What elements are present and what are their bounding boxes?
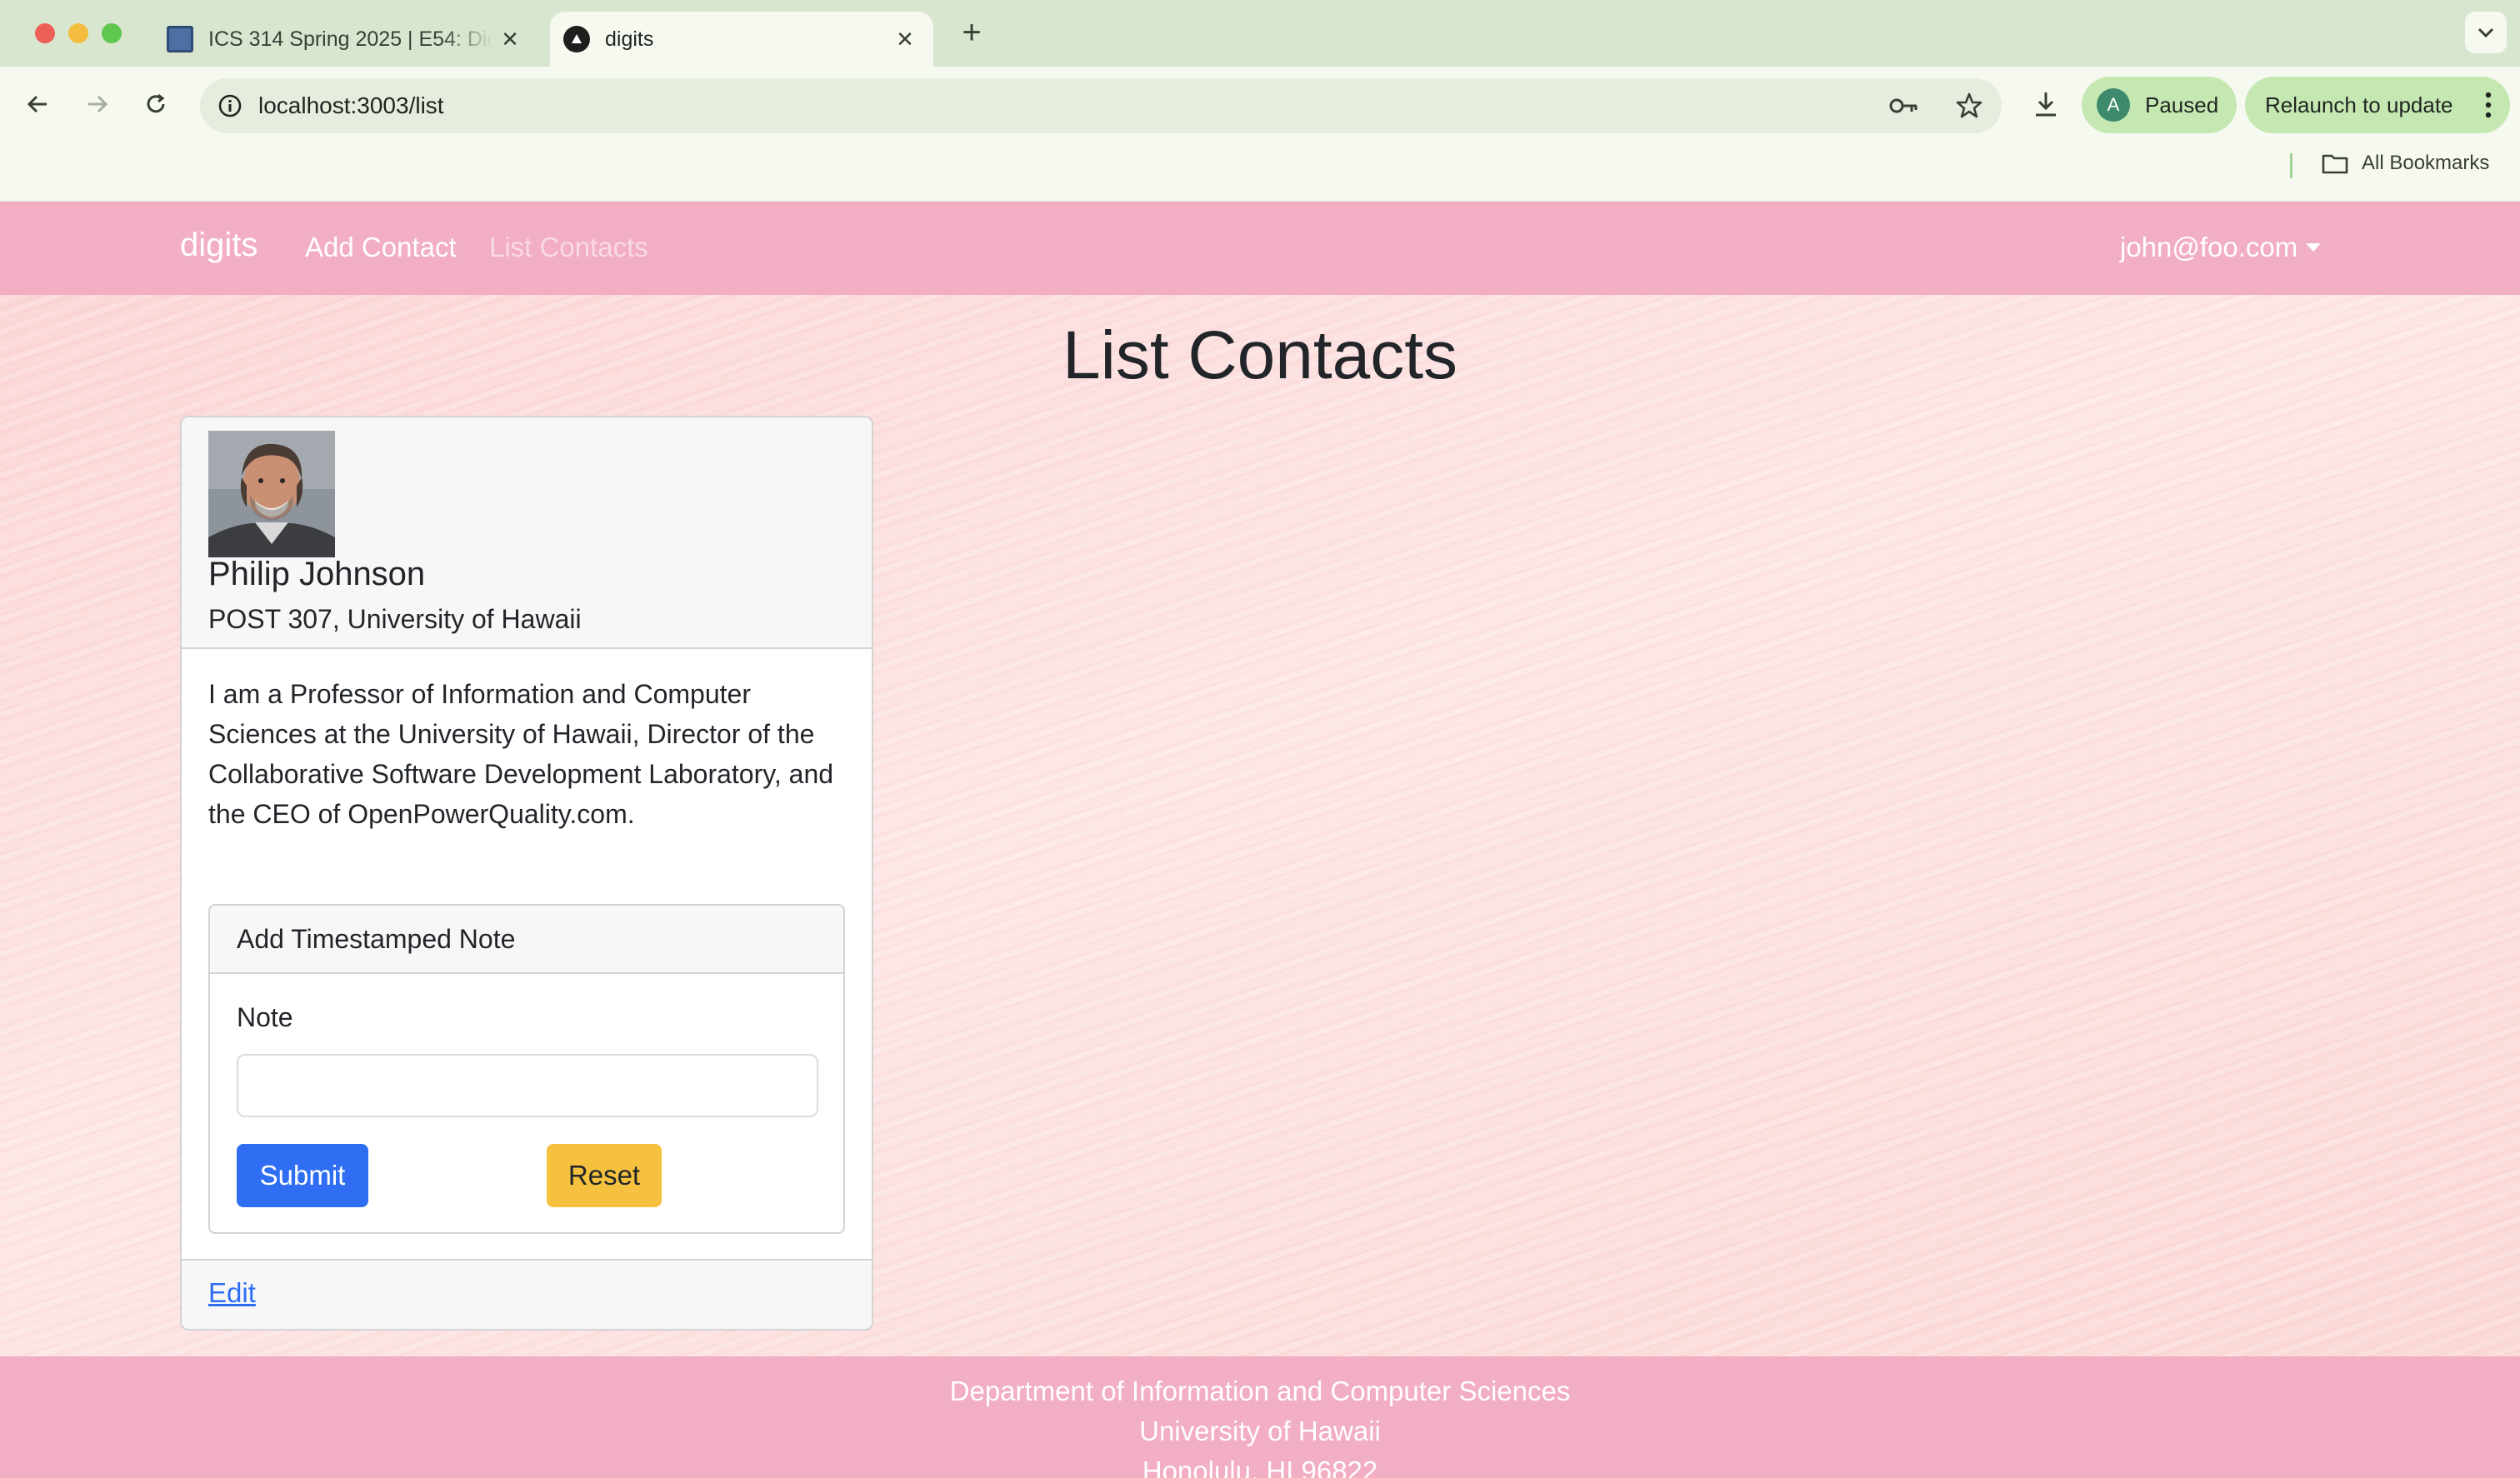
relaunch-button[interactable]: Relaunch to update <box>2245 77 2510 133</box>
forward-button[interactable] <box>78 85 117 123</box>
browser-tab-bar: ICS 314 Spring 2025 | E54: Digits ✕ digi… <box>0 0 2520 67</box>
contact-name: Philip Johnson <box>208 556 426 592</box>
window-minimize-button[interactable] <box>68 23 88 43</box>
back-button[interactable] <box>18 85 57 123</box>
contact-card: Philip Johnson POST 307, University of H… <box>180 416 873 1331</box>
contact-card-footer: Edit <box>182 1259 872 1329</box>
footer-line-university: University of Hawaii <box>1139 1416 1381 1446</box>
site-info-icon[interactable] <box>215 91 245 121</box>
url-text: localhost:3003/list <box>258 92 444 118</box>
user-email: john@foo.com <box>2120 232 2298 262</box>
app-navbar: digits Add Contact List Contacts john@fo… <box>0 202 2520 295</box>
tab-search-button[interactable] <box>2465 12 2507 53</box>
relaunch-label: Relaunch to update <box>2265 92 2453 117</box>
user-dropdown[interactable]: john@foo.com <box>2120 232 2322 263</box>
forward-arrow-icon <box>88 95 108 113</box>
browser-tab-digits[interactable]: digits ✕ <box>550 12 933 67</box>
browser-toolbar: localhost:3003/list A Paused Relaunch to… <box>0 67 2520 142</box>
browser-tab-course[interactable]: ICS 314 Spring 2025 | E54: Digits ✕ <box>155 12 538 67</box>
address-bar[interactable]: localhost:3003/list <box>200 78 2002 133</box>
reload-button[interactable] <box>137 85 175 123</box>
add-note-form: Add Timestamped Note Note Submit Reset <box>208 904 845 1234</box>
caret-down-icon <box>2306 243 2322 252</box>
password-key-icon[interactable] <box>1888 90 1920 122</box>
folder-icon <box>2322 154 2348 174</box>
contact-photo <box>208 431 335 557</box>
bookmark-star-icon[interactable] <box>1953 90 1985 122</box>
footer-line-city: Honolulu, HI 96822 <box>1142 1456 1378 1478</box>
web-page: digits Add Contact List Contacts john@fo… <box>0 202 2520 1478</box>
bookmarks-bar: All Bookmarks <box>0 142 2520 202</box>
all-bookmarks-button[interactable]: All Bookmarks <box>2322 152 2489 175</box>
note-label: Note <box>237 1002 293 1032</box>
app-logo-icon <box>563 26 590 52</box>
nav-list-contacts[interactable]: List Contacts <box>489 232 648 263</box>
download-icon <box>2036 92 2056 117</box>
window-close-button[interactable] <box>35 23 55 43</box>
close-icon[interactable]: ✕ <box>888 22 922 56</box>
profile-button[interactable]: A Paused <box>2082 77 2237 133</box>
reload-icon <box>147 93 165 113</box>
edit-link[interactable]: Edit <box>208 1277 256 1309</box>
submit-button[interactable]: Submit <box>237 1144 368 1207</box>
contact-description: I am a Professor of Information and Comp… <box>208 679 834 829</box>
window-zoom-button[interactable] <box>102 23 122 43</box>
nav-add-contact[interactable]: Add Contact <box>305 232 457 263</box>
page-title: List Contacts <box>1062 317 1458 393</box>
tab-title: digits <box>605 27 654 51</box>
add-note-header: Add Timestamped Note <box>210 906 843 974</box>
reset-button[interactable]: Reset <box>547 1144 662 1207</box>
back-arrow-icon <box>27 95 47 113</box>
chevron-down-icon <box>2478 27 2494 38</box>
bookmarks-divider <box>2290 153 2292 178</box>
note-input[interactable] <box>237 1054 818 1117</box>
downloads-button[interactable] <box>2027 85 2065 123</box>
contact-address: POST 307, University of Hawaii <box>208 604 582 634</box>
page-footer: Department of Information and Computer S… <box>0 1356 2520 1478</box>
contact-card-header: Philip Johnson POST 307, University of H… <box>182 417 872 649</box>
all-bookmarks-label: All Bookmarks <box>2362 152 2490 174</box>
footer-line-department: Department of Information and Computer S… <box>949 1376 1571 1406</box>
new-tab-button[interactable]: + <box>953 15 990 52</box>
course-site-icon <box>167 26 193 52</box>
tab-title: ICS 314 Spring 2025 | E54: Digits <box>208 27 493 51</box>
brand-link[interactable]: digits <box>180 227 258 264</box>
kebab-menu-icon[interactable] <box>2485 92 2492 118</box>
avatar: A <box>2097 88 2130 122</box>
profile-status: Paused <box>2145 92 2219 117</box>
close-icon[interactable]: ✕ <box>493 22 527 56</box>
